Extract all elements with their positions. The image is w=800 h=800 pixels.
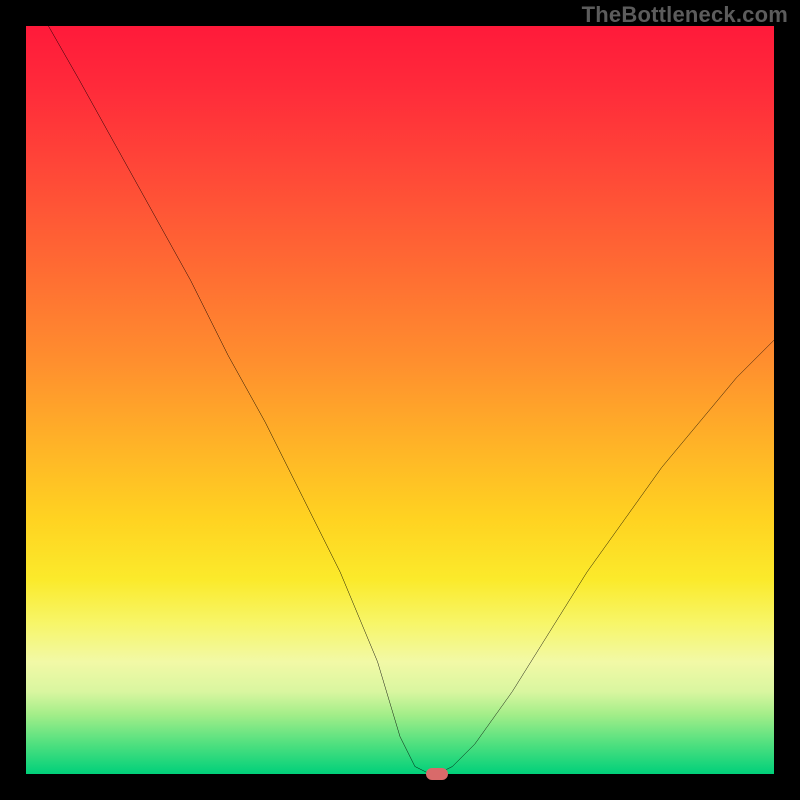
watermark-text: TheBottleneck.com (582, 2, 788, 28)
chart-frame: TheBottleneck.com (0, 0, 800, 800)
optimum-marker (426, 768, 448, 780)
plot-area (26, 26, 774, 774)
bottleneck-curve (26, 26, 774, 774)
